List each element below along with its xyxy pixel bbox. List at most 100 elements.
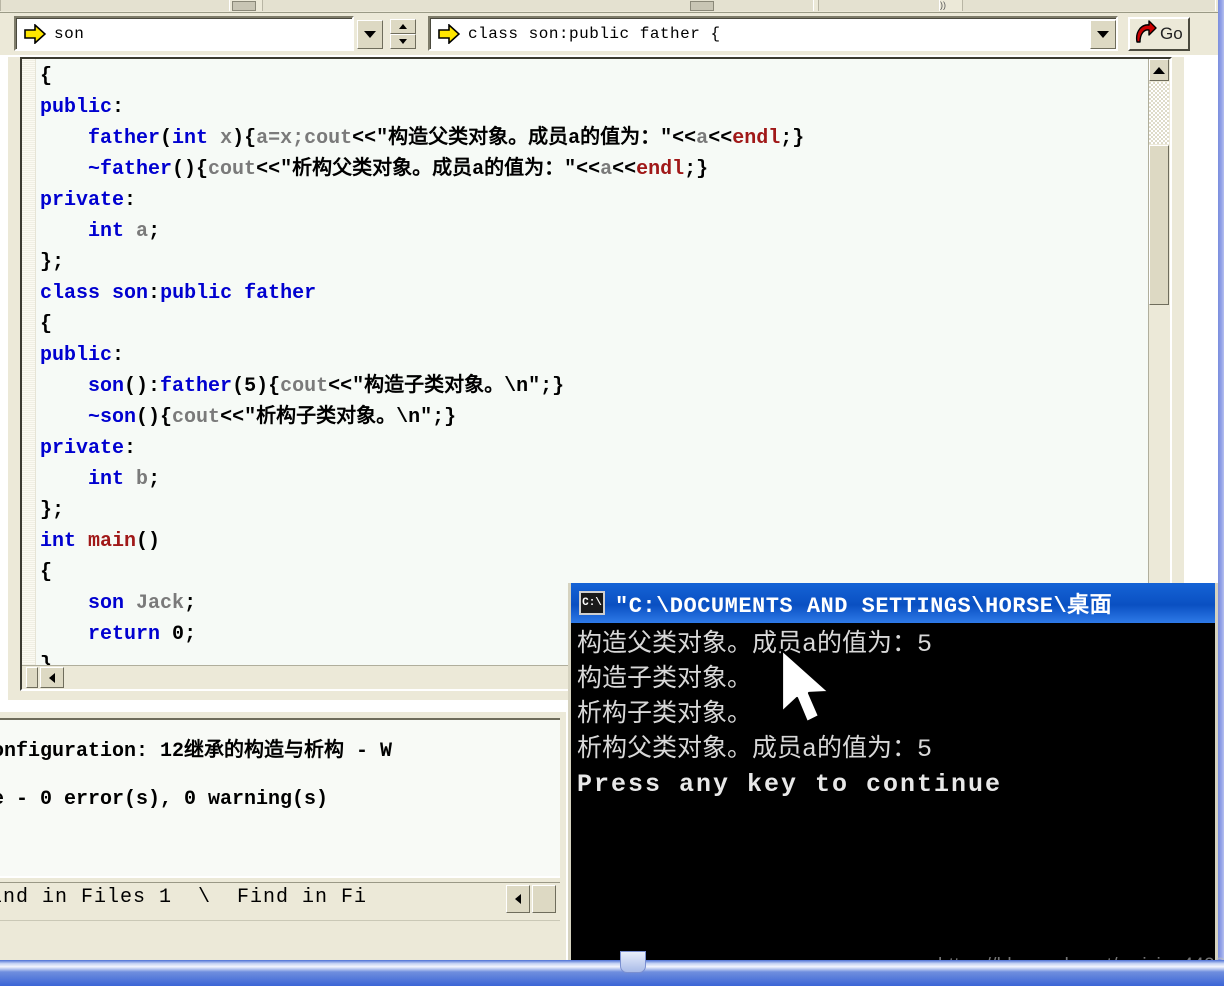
- toolbar-button-partial-2[interactable]: [690, 1, 714, 11]
- chevron-left-icon: [49, 672, 55, 683]
- screen: )) son class son:public father {Go {pu…: [0, 0, 1224, 986]
- code-token: father: [244, 282, 317, 305]
- code-token: private: [40, 189, 125, 212]
- vertical-scroll-track[interactable]: [1149, 82, 1169, 144]
- code-token: public: [40, 96, 113, 119]
- code-line: int b;: [40, 464, 1148, 495]
- symbol-spinner[interactable]: [390, 19, 416, 49]
- code-token: son: [112, 282, 149, 305]
- console-output-line: Press any key to continue: [577, 770, 1003, 799]
- editor-gutter: [22, 59, 36, 689]
- code-token: cout: [280, 375, 329, 398]
- code-token: x: [220, 127, 233, 150]
- code-token: <<"构造父类对象。成员a的值为："<<: [352, 127, 697, 150]
- chevron-up-icon: [399, 24, 407, 29]
- console-output-area[interactable]: 构造父类对象。成员a的值为：5 构造子类对象。 析构子类对象。 析构父类对象。成员a的…: [573, 627, 1213, 961]
- console-app-icon: C:\: [579, 591, 605, 615]
- spinner-down-button[interactable]: [390, 34, 416, 49]
- vertical-scroll-thumb[interactable]: [1149, 145, 1169, 305]
- taskbar-handle[interactable]: [620, 951, 646, 973]
- code-token: (): [136, 530, 161, 553]
- go-button[interactable]: Go: [1128, 17, 1190, 51]
- taskbar[interactable]: [0, 951, 1224, 986]
- code-line: int a;: [40, 216, 1148, 247]
- code-token: son: [88, 375, 125, 398]
- console-output-line: 构造子类对象。: [577, 665, 753, 694]
- chevron-down-icon: [364, 31, 376, 38]
- code-token: {: [40, 561, 53, 584]
- yellow-right-arrow-icon: [438, 23, 460, 44]
- code-token: cout: [304, 127, 353, 150]
- code-token: cout: [172, 406, 221, 429]
- code-token: (){: [172, 158, 209, 181]
- find-combo-value: class son:public father {: [468, 24, 721, 43]
- toolbar-ticks-icon: )): [940, 0, 946, 10]
- output-tab-scroll-buttons[interactable]: [506, 885, 556, 915]
- code-token: <<: [708, 127, 733, 150]
- code-token: father: [160, 375, 233, 398]
- code-token: ():: [124, 375, 161, 398]
- code-token: (: [160, 127, 173, 150]
- code-token: a: [600, 158, 613, 181]
- spinner-up-button[interactable]: [390, 19, 416, 34]
- code-token: <<: [612, 158, 637, 181]
- code-token: a: [696, 127, 709, 150]
- code-token: b: [136, 468, 149, 491]
- code-token: son: [88, 592, 125, 615]
- chevron-up-icon: [1153, 66, 1165, 74]
- code-token: ;: [148, 220, 161, 243]
- code-token: public: [160, 282, 233, 305]
- console-output-line: 析构子类对象。: [577, 700, 753, 729]
- toolbar-button-partial-1[interactable]: [232, 1, 256, 11]
- code-token: int: [172, 127, 209, 150]
- code-line: ~father(){cout<<"析构父类对象。成员a的值为："<<a<<end…: [40, 154, 1148, 185]
- console-title-bar[interactable]: C:\ "C:\DOCUMENTS AND SETTINGS\HORSE\桌面: [571, 583, 1215, 623]
- symbol-combo-dropdown-button[interactable]: [357, 20, 383, 49]
- symbol-combo-box[interactable]: son: [14, 16, 354, 51]
- code-token: <<"析构父类对象。成员a的值为："<<: [256, 158, 601, 181]
- code-token: ;: [184, 623, 197, 646]
- console-window[interactable]: C:\ "C:\DOCUMENTS AND SETTINGS\HORSE\桌面 …: [568, 583, 1218, 964]
- code-line: private:: [40, 185, 1148, 216]
- code-line: public:: [40, 340, 1148, 371]
- find-combo-dropdown-button[interactable]: [1090, 20, 1116, 49]
- code-token: ): [232, 127, 245, 150]
- code-token: endl: [732, 127, 781, 150]
- build-output-text-area[interactable]: onfiguration: 12继承的构造与析构 - W e - 0 error…: [0, 718, 560, 878]
- code-line: int main(): [40, 526, 1148, 557]
- scroll-up-button[interactable]: [1149, 59, 1169, 81]
- find-combo-box[interactable]: class son:public father {: [428, 16, 1118, 51]
- toolbar-strip-partial: )): [0, 0, 1218, 13]
- toolbar-segment-4: [962, 0, 1216, 11]
- code-token: int: [88, 220, 125, 243]
- code-line: class son:public father: [40, 278, 1148, 309]
- output-tab-scroll-right-button[interactable]: [532, 885, 556, 913]
- output-tab-strip[interactable]: ind in Files 1 \ Find in Fi: [0, 882, 560, 920]
- code-line: ~son(){cout<<"析构子类对象。\n";}: [40, 402, 1148, 433]
- output-tabs-label[interactable]: ind in Files 1 \ Find in Fi: [0, 886, 367, 909]
- code-token: cout: [208, 158, 257, 181]
- console-output-line: 析构父类对象。成员a的值为：5: [577, 735, 933, 764]
- code-token: :: [148, 282, 161, 305]
- scroll-left-button[interactable]: [40, 667, 64, 688]
- code-token: endl: [636, 158, 685, 181]
- code-token: {: [40, 65, 53, 88]
- horizontal-scroll-cap: [26, 667, 38, 688]
- output-tab-scroll-left-button[interactable]: [506, 885, 530, 913]
- code-token: };: [40, 251, 65, 274]
- code-token: return: [88, 623, 161, 646]
- code-token: };: [40, 499, 65, 522]
- code-token: class: [40, 282, 101, 305]
- code-line: };: [40, 247, 1148, 278]
- code-token: <<"构造子类对象。\n";}: [328, 375, 565, 398]
- code-token: :: [112, 344, 125, 367]
- output-pane-filler: [0, 920, 560, 960]
- code-token: private: [40, 437, 125, 460]
- code-token: ~son: [88, 406, 137, 429]
- red-curved-arrow-icon: [1132, 19, 1158, 50]
